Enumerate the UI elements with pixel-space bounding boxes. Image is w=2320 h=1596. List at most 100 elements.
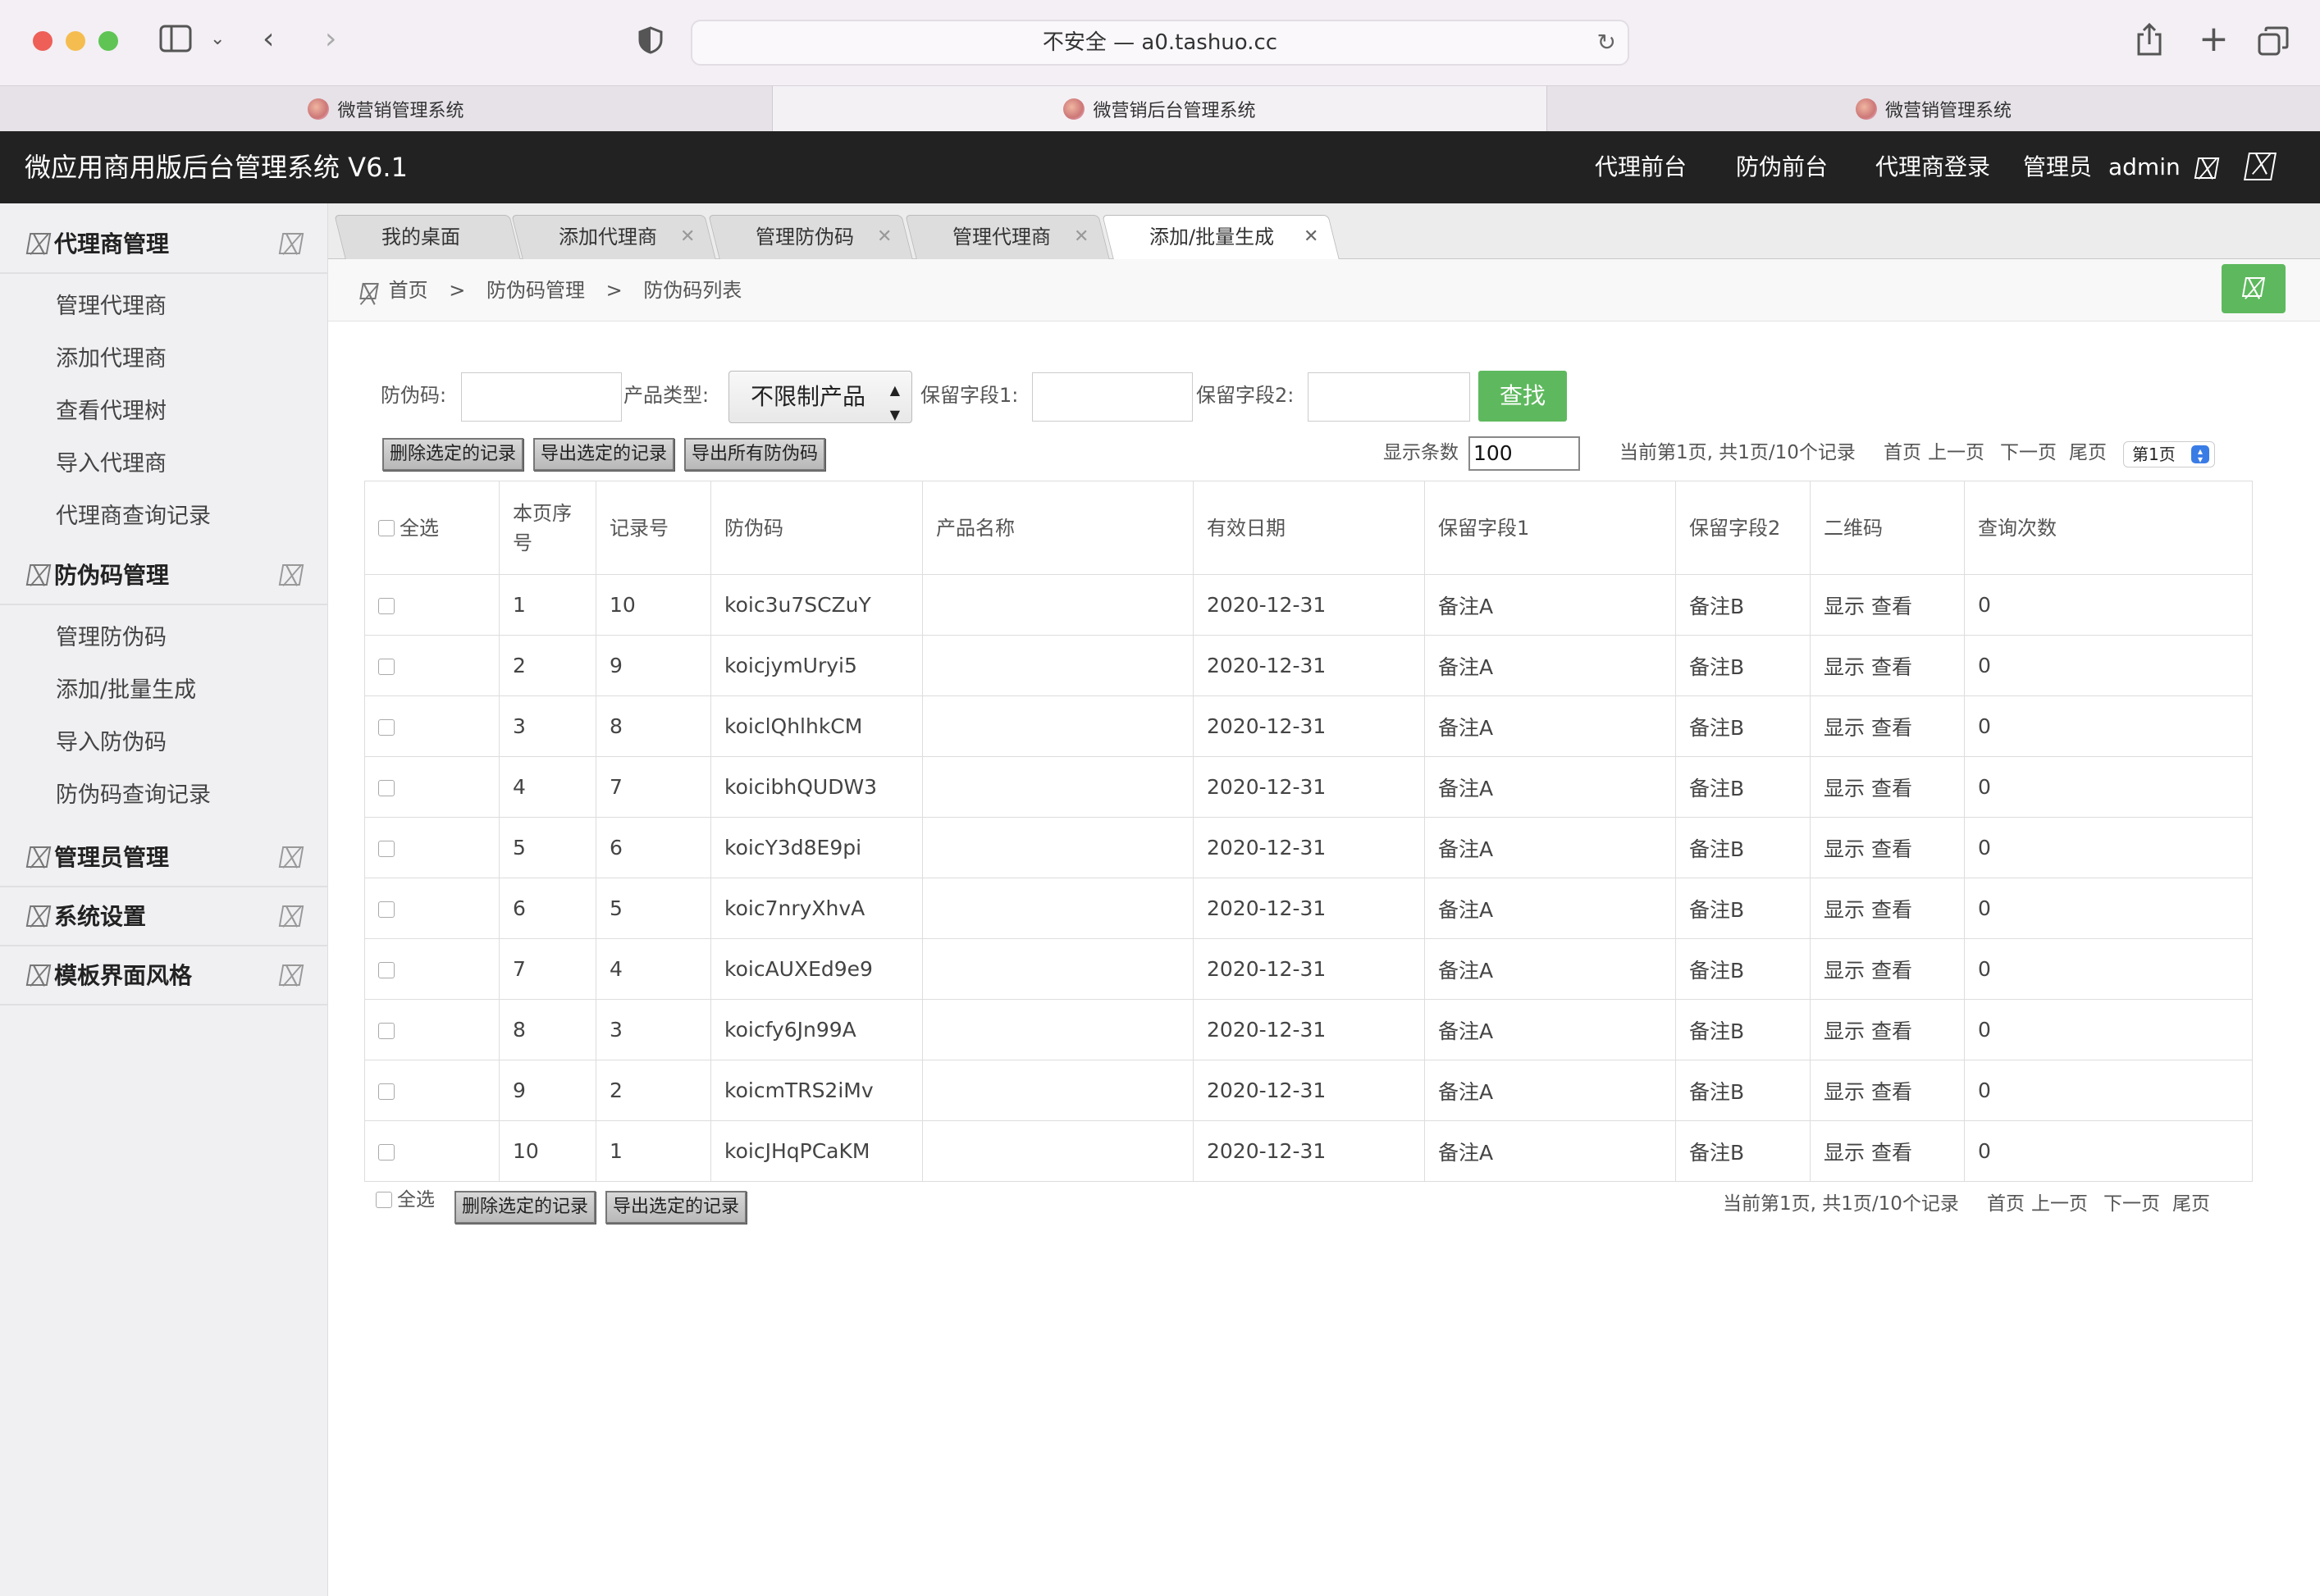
last-page-link[interactable]: 尾页 (2069, 436, 2107, 469)
sidebar-group-template-style[interactable]: 模板界面风格 (0, 946, 328, 1005)
sidebar-group-code-management[interactable]: 防伪码管理 (0, 546, 328, 605)
tab-manage-codes[interactable]: 管理防伪码 ✕ (708, 215, 913, 259)
row-checkbox[interactable] (378, 1144, 395, 1161)
row-checkbox[interactable] (378, 598, 395, 614)
qr-view-link[interactable]: 查看 (1871, 655, 1912, 679)
qr-show-link[interactable]: 显示 (1824, 837, 1865, 861)
sidebar-toggle-icon[interactable] (159, 25, 192, 60)
field1-filter-input[interactable] (1032, 372, 1193, 422)
qr-show-link[interactable]: 显示 (1824, 716, 1865, 740)
search-button[interactable]: 查找 (1478, 371, 1567, 422)
tab-batch-generate[interactable]: 添加/批量生成 ✕ (1102, 215, 1340, 259)
row-select-cell[interactable] (364, 938, 500, 1000)
next-page-link[interactable]: 下一页 (2000, 436, 2057, 469)
page-select[interactable]: 第1页 ▴ ▾ (2123, 441, 2215, 467)
sidebar-item-import-agents[interactable]: 导入代理商 (56, 448, 167, 481)
qr-show-link[interactable]: 显示 (1824, 655, 1865, 679)
breadcrumb-home[interactable]: 首页 (389, 279, 428, 302)
qr-show-link[interactable]: 显示 (1824, 1141, 1865, 1165)
nav-anticounterfeit-frontend[interactable]: 防伪前台 (1736, 131, 1828, 203)
sidebar-item-agent-query-log[interactable]: 代理商查询记录 (56, 500, 211, 533)
row-select-cell[interactable] (364, 756, 500, 818)
tab-overview-icon[interactable] (2258, 26, 2289, 63)
page-size-input[interactable]: 100 (1468, 436, 1580, 471)
chevron-down-icon[interactable]: ⌄ (210, 23, 225, 56)
privacy-shield-icon[interactable] (638, 26, 663, 62)
first-page-link[interactable]: 首页 (1884, 436, 1921, 469)
sidebar-item-manage-agents[interactable]: 管理代理商 (56, 290, 167, 323)
sidebar-item-import-codes[interactable]: 导入防伪码 (56, 727, 167, 759)
row-select-cell[interactable] (364, 999, 500, 1060)
row-select-cell[interactable] (364, 574, 500, 636)
browser-tab-2[interactable]: 微营销后台管理系统 (773, 86, 1547, 132)
forward-icon[interactable]: › (325, 23, 336, 56)
sidebar-group-admin-management[interactable]: 管理员管理 (0, 828, 328, 887)
sidebar-item-agent-tree[interactable]: 查看代理树 (56, 395, 167, 428)
row-select-cell[interactable] (364, 817, 500, 878)
qr-view-link[interactable]: 查看 (1871, 1141, 1912, 1165)
select-all-header[interactable]: 全选 (364, 481, 500, 575)
reload-icon[interactable]: ↻ (1597, 21, 1616, 64)
row-checkbox[interactable] (378, 841, 395, 857)
browser-tab-1[interactable]: 微营销管理系统 (0, 86, 773, 132)
close-tab-icon[interactable]: ✕ (1304, 216, 1318, 258)
sidebar-item-add-agent[interactable]: 添加代理商 (56, 343, 167, 376)
row-checkbox[interactable] (378, 659, 395, 675)
qr-view-link[interactable]: 查看 (1871, 959, 1912, 983)
row-select-cell[interactable] (364, 635, 500, 696)
footer-last-page-link[interactable]: 尾页 (2172, 1188, 2210, 1220)
footer-next-page-link[interactable]: 下一页 (2103, 1188, 2160, 1220)
row-checkbox[interactable] (378, 719, 395, 736)
fullscreen-icon[interactable] (2244, 149, 2277, 182)
sidebar-group-agent-management[interactable]: 代理商管理 (0, 215, 328, 274)
qr-view-link[interactable]: 查看 (1871, 595, 1912, 618)
close-tab-icon[interactable]: ✕ (1074, 216, 1089, 258)
qr-show-link[interactable]: 显示 (1824, 959, 1865, 983)
row-checkbox[interactable] (378, 1023, 395, 1039)
footer-select-all-checkbox[interactable] (376, 1191, 392, 1208)
row-select-cell[interactable] (364, 695, 500, 757)
qr-view-link[interactable]: 查看 (1871, 1080, 1912, 1104)
tab-add-agent[interactable]: 添加代理商 ✕ (511, 215, 716, 259)
row-checkbox[interactable] (378, 962, 395, 978)
sidebar-item-batch-generate[interactable]: 添加/批量生成 (56, 674, 196, 707)
footer-delete-selected-button[interactable]: 删除选定的记录 (454, 1191, 596, 1224)
minimize-window-button[interactable] (66, 31, 85, 51)
breadcrumb-section[interactable]: 防伪码管理 (486, 279, 585, 302)
prev-page-link[interactable]: 上一页 (1928, 436, 1984, 469)
user-menu[interactable]: admin (2108, 131, 2219, 203)
footer-export-selected-button[interactable]: 导出选定的记录 (605, 1191, 747, 1224)
sidebar-item-manage-codes[interactable]: 管理防伪码 (56, 622, 167, 654)
row-select-cell[interactable] (364, 1060, 500, 1121)
qr-view-link[interactable]: 查看 (1871, 898, 1912, 922)
qr-view-link[interactable]: 查看 (1871, 1019, 1912, 1043)
new-tab-icon[interactable]: + (2199, 21, 2229, 57)
qr-view-link[interactable]: 查看 (1871, 716, 1912, 740)
row-checkbox[interactable] (378, 901, 395, 918)
delete-selected-button[interactable]: 删除选定的记录 (382, 438, 523, 471)
qr-show-link[interactable]: 显示 (1824, 1019, 1865, 1043)
qr-show-link[interactable]: 显示 (1824, 595, 1865, 618)
share-icon[interactable] (2136, 22, 2162, 63)
footer-first-page-link[interactable]: 首页 (1987, 1188, 2025, 1220)
zoom-window-button[interactable] (98, 31, 118, 51)
address-bar[interactable]: 不安全 — a0.tashuo.cc ↻ (691, 20, 1629, 66)
nav-agent-frontend[interactable]: 代理前台 (1595, 131, 1687, 203)
tab-desktop[interactable]: 我的桌面 (334, 215, 521, 259)
browser-tab-3[interactable]: 微营销管理系统 (1547, 86, 2320, 132)
row-select-cell[interactable] (364, 1120, 500, 1182)
row-checkbox[interactable] (378, 1083, 395, 1100)
row-select-cell[interactable] (364, 878, 500, 939)
close-tab-icon[interactable]: ✕ (877, 216, 892, 258)
export-selected-button[interactable]: 导出选定的记录 (533, 438, 674, 471)
nav-agent-login[interactable]: 代理商登录 (1875, 131, 1990, 203)
qr-view-link[interactable]: 查看 (1871, 837, 1912, 861)
code-filter-input[interactable] (461, 372, 622, 422)
sidebar-group-system-settings[interactable]: 系统设置 (0, 887, 328, 946)
qr-show-link[interactable]: 显示 (1824, 777, 1865, 800)
close-window-button[interactable] (33, 31, 53, 51)
qr-show-link[interactable]: 显示 (1824, 1080, 1865, 1104)
back-icon[interactable]: ‹ (263, 23, 274, 56)
export-all-button[interactable]: 导出所有防伪码 (684, 438, 825, 471)
qr-view-link[interactable]: 查看 (1871, 777, 1912, 800)
